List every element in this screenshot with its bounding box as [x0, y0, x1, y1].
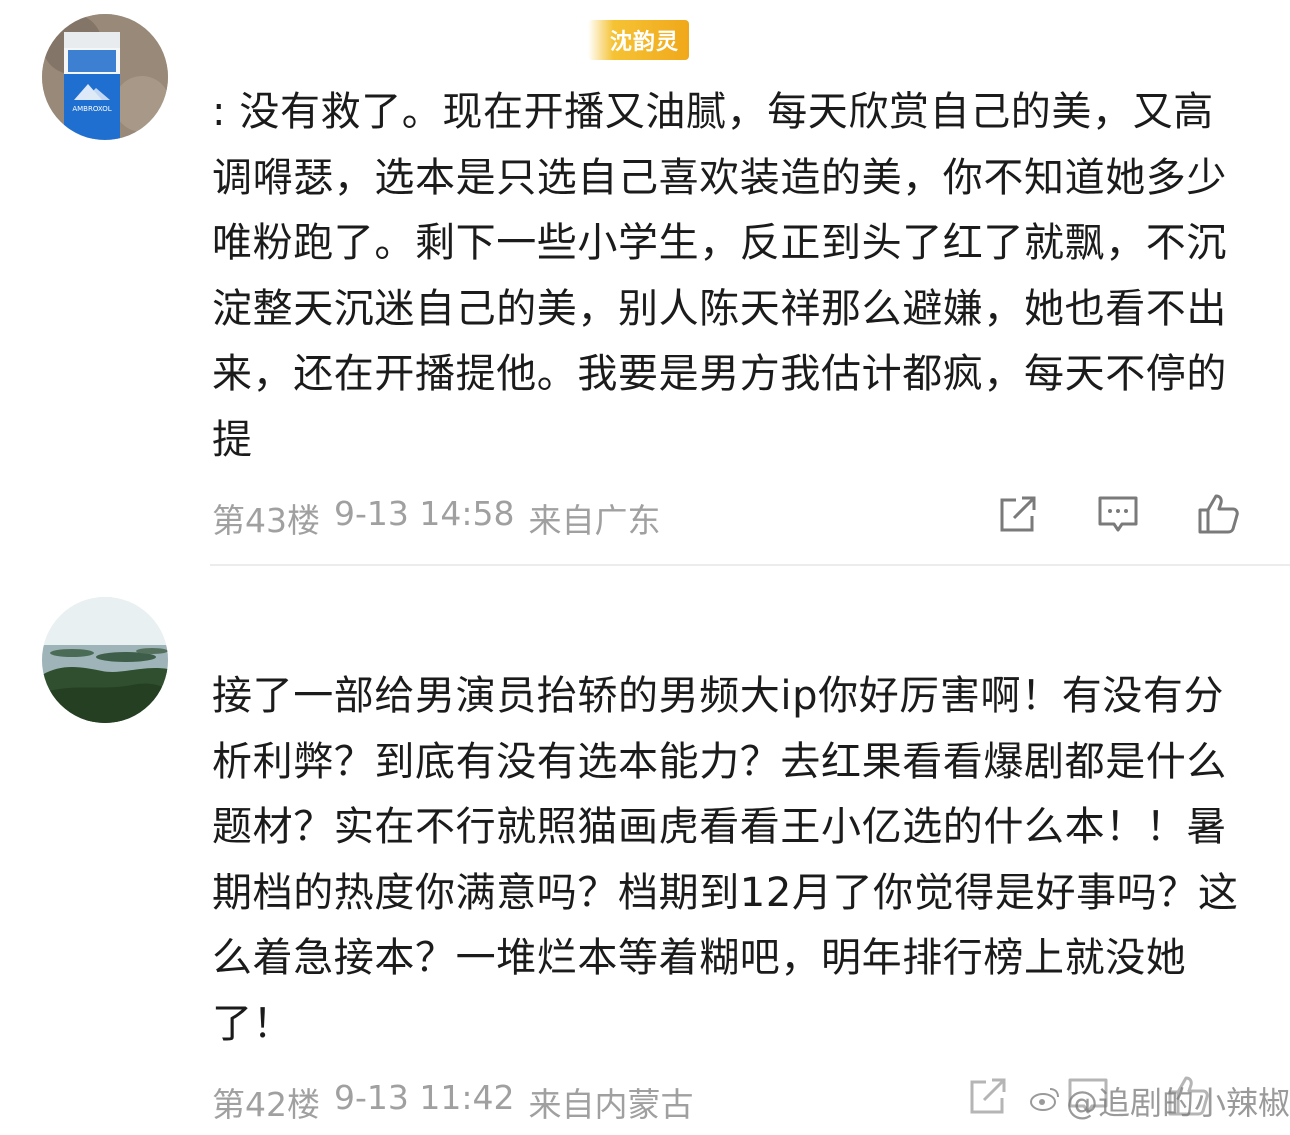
share-icon[interactable] [996, 492, 1040, 536]
floor-number: 第42楼 [212, 1085, 320, 1124]
comment-meta: 第43楼 9-13 14:58 来自广东 [212, 494, 661, 542]
like-icon[interactable] [1196, 492, 1240, 536]
timestamp: 9-13 14:58 [334, 494, 515, 533]
location: 来自内蒙古 [528, 1085, 694, 1124]
share-icon[interactable] [966, 1074, 1010, 1118]
comment-meta: 第42楼 9-13 11:42 来自内蒙古 [212, 1078, 694, 1126]
comment-text: 接了一部给男演员抬轿的男频大ip你好厉害啊！有没有分析利弊？到底有没有选本能力？… [212, 673, 1239, 1047]
location: 来自广东 [528, 501, 661, 540]
comment-text: : 没有救了。现在开播又油腻，每天欣赏自己的美，又高调嘚瑟，选本是只选自己喜欢装… [212, 89, 1227, 463]
watermark: @追剧的小辣椒 [1030, 1078, 1290, 1124]
watermark-text: @追剧的小辣椒 [1066, 1084, 1290, 1122]
comment-icon[interactable] [1096, 492, 1140, 536]
weibo-logo-icon [1030, 1082, 1060, 1120]
comment-feed: AMBROXOL 沈韵灵 : 没有救了。现在开播又油腻，每天欣赏自己的美，又高调… [0, 0, 1290, 1135]
avatar-label: AMBROXOL [72, 105, 111, 113]
timestamp: 9-13 11:42 [334, 1078, 515, 1117]
floor-number: 第43楼 [212, 501, 320, 540]
avatar[interactable]: AMBROXOL [42, 14, 168, 140]
divider [210, 564, 1290, 566]
username-badge[interactable]: 沈韵灵 [588, 20, 690, 60]
comment-actions [996, 492, 1240, 536]
avatar[interactable] [42, 597, 168, 723]
username: 沈韵灵 [610, 30, 680, 55]
